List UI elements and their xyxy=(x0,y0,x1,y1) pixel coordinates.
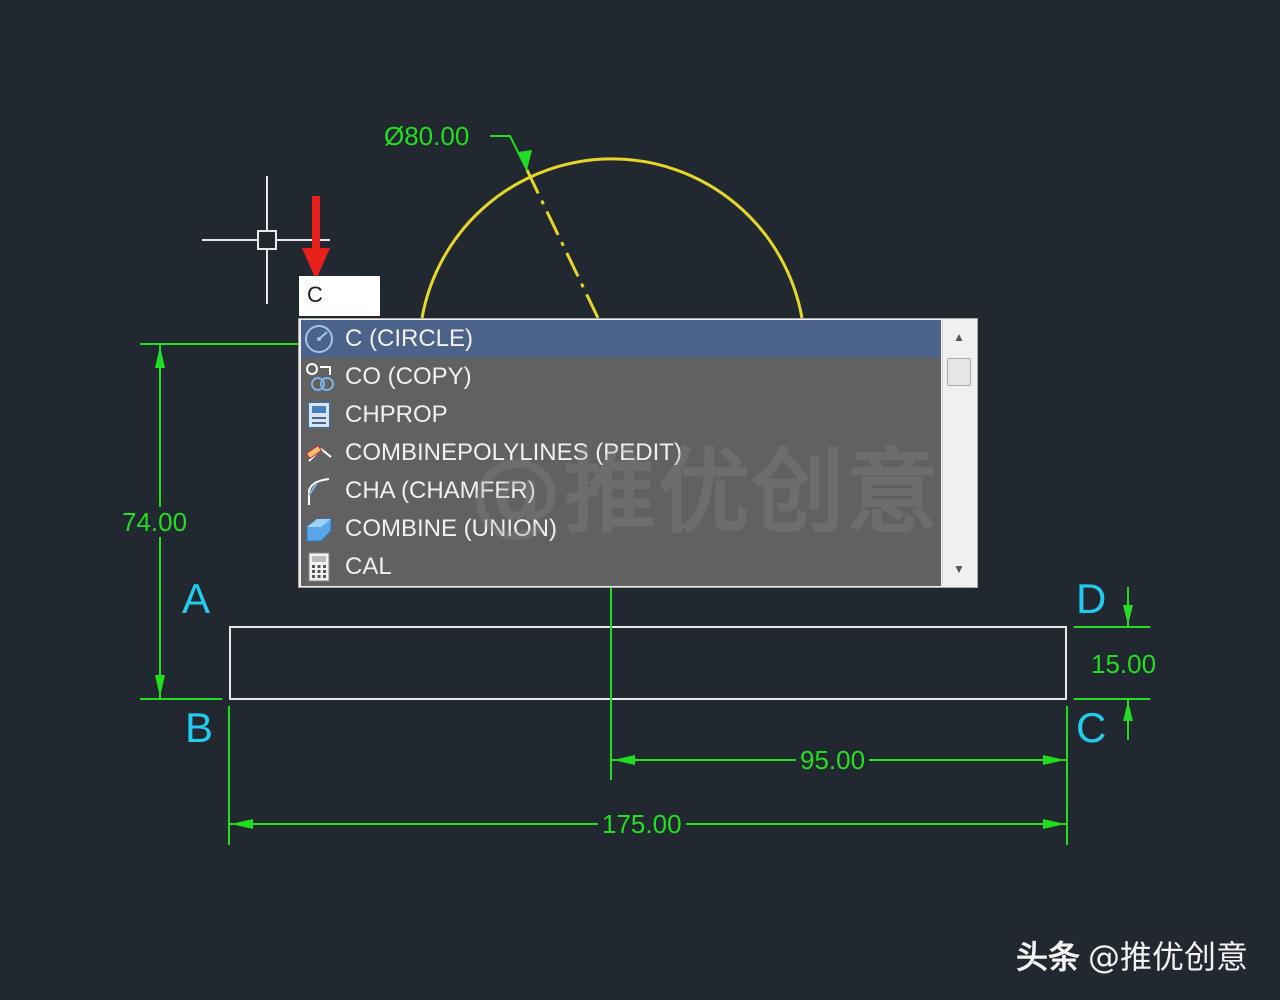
scroll-up-icon[interactable]: ▲ xyxy=(943,326,975,348)
suggestion-label: CHPROP xyxy=(345,401,448,428)
suggestion-label: COMBINE (UNION) xyxy=(345,515,557,542)
suggestion-label: CHA (CHAMFER) xyxy=(345,477,536,504)
suggestion-item-combinepolylines[interactable]: COMBINEPOLYLINES (PEDIT) xyxy=(301,434,941,472)
suggestion-label: CO (COPY) xyxy=(345,363,472,390)
union-icon xyxy=(301,510,337,548)
circle-icon xyxy=(301,320,337,358)
suggestion-item-combine[interactable]: COMBINE (UNION) xyxy=(301,510,941,548)
point-label-a: A xyxy=(182,575,211,622)
calculator-icon xyxy=(301,548,337,586)
suggestion-item-cal[interactable]: CAL xyxy=(301,548,941,586)
red-pointer-arrow-icon xyxy=(302,196,330,280)
suggestion-label: CAL xyxy=(345,553,392,580)
command-input[interactable]: C xyxy=(299,276,380,316)
vertical-dimension-label: 74.00 xyxy=(118,507,192,537)
partial-dimension-label: 95.00 xyxy=(796,745,870,775)
account-name: @推优创意 xyxy=(1087,938,1248,976)
vertical-arrow-bottom xyxy=(155,675,165,697)
suggestion-item-chamfer[interactable]: CHA (CHAMFER) xyxy=(301,472,941,510)
polyline-edit-icon xyxy=(301,434,337,472)
suggestion-item-circle[interactable]: C (CIRCLE) xyxy=(301,320,941,358)
diameter-dimension-label: Ø80.00 xyxy=(380,121,474,151)
scrollbar-thumb[interactable] xyxy=(947,358,971,386)
right-dimension-label: 15.00 xyxy=(1091,649,1157,679)
copy-icon xyxy=(301,358,337,396)
list-scrollbar[interactable]: ▲ ▼ xyxy=(942,320,975,586)
suggestion-item-copy[interactable]: CO (COPY) xyxy=(301,358,941,396)
suggestion-item-chprop[interactable]: CHPROP xyxy=(301,396,941,434)
platform-name: 头条 xyxy=(1015,938,1080,976)
total-dimension-label: 175.00 xyxy=(598,809,686,839)
suggestion-label: COMBINEPOLYLINES (PEDIT) xyxy=(345,439,682,466)
suggestion-list: C (CIRCLE) CO (COPY) CHPROP COMBINEPOLYL… xyxy=(301,320,941,586)
point-label-c: C xyxy=(1076,704,1107,751)
diameter-leader-line xyxy=(525,169,600,319)
footer-brand: 头条 @推优创意 xyxy=(1016,932,1248,978)
suggestion-label: C (CIRCLE) xyxy=(345,325,474,352)
point-label-d: D xyxy=(1076,575,1107,622)
right-arrow-bottom xyxy=(1123,701,1133,721)
properties-icon xyxy=(301,396,337,434)
vertical-arrow-top xyxy=(155,346,165,368)
scroll-down-icon[interactable]: ▼ xyxy=(943,558,975,580)
point-label-b: B xyxy=(185,704,214,751)
command-autocomplete-list[interactable]: C (CIRCLE) CO (COPY) CHPROP COMBINEPOLYL… xyxy=(298,318,978,588)
chamfer-icon xyxy=(301,472,337,510)
rectangle-abcd[interactable] xyxy=(229,626,1067,700)
circle-arc[interactable] xyxy=(420,157,804,319)
right-arrow-top xyxy=(1123,605,1133,625)
partial-arrow-left xyxy=(613,755,635,765)
partial-arrow-right xyxy=(1043,755,1065,765)
total-arrow-left xyxy=(231,819,253,829)
total-arrow-right xyxy=(1043,819,1065,829)
